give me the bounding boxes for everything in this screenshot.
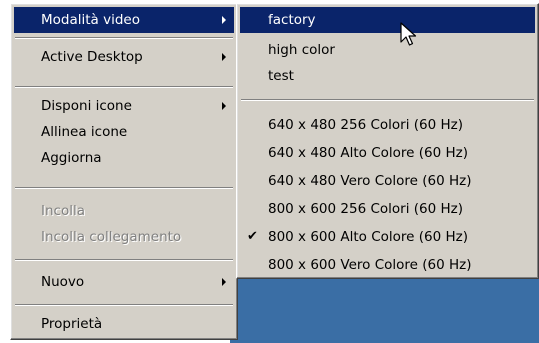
submenu-arrow-icon	[222, 278, 226, 286]
menu-separator	[15, 304, 233, 306]
menu-item-label: Disponi icone	[41, 98, 132, 114]
submenu-item-label: 800 x 600 256 Colori (60 Hz)	[268, 201, 463, 217]
menu-item-incolla[interactable]: Incolla	[14, 198, 234, 224]
submenu-item-640x480-256[interactable]: 640 x 480 256 Colori (60 Hz)	[240, 112, 535, 138]
menu-item-label: Modalità video	[41, 12, 140, 28]
menu-item-label: Incolla collegamento	[41, 229, 182, 245]
submenu-item-800x600-256[interactable]: 800 x 600 256 Colori (60 Hz)	[240, 196, 535, 222]
menu-item-label: Nuovo	[41, 274, 85, 290]
submenu-item-640x480-vero[interactable]: 640 x 480 Vero Colore (60 Hz)	[240, 168, 535, 194]
menu-separator	[241, 99, 534, 101]
menu-item-disponi-icone[interactable]: Disponi icone	[14, 93, 234, 119]
submenu-arrow-icon	[222, 16, 226, 24]
menu-separator	[15, 187, 233, 189]
desktop-background[interactable]	[230, 276, 539, 343]
video-mode-submenu: factory high color test 640 x 480 256 Co…	[236, 3, 539, 279]
menu-item-aggiorna[interactable]: Aggiorna	[14, 145, 234, 171]
menu-item-label: Incolla	[41, 203, 85, 219]
menu-item-label: Active Desktop	[41, 49, 143, 65]
submenu-item-label: 800 x 600 Alto Colore (60 Hz)	[268, 229, 469, 245]
desktop-context-menu: Modalità video Active Desktop Disponi ic…	[10, 3, 238, 340]
check-icon: ✔	[247, 229, 258, 244]
submenu-item-label: 640 x 480 Alto Colore (60 Hz)	[268, 145, 469, 161]
menu-item-label: Allinea icone	[41, 124, 128, 140]
menu-separator	[15, 37, 233, 39]
submenu-item-label: 640 x 480 256 Colori (60 Hz)	[268, 117, 463, 133]
menu-item-proprieta[interactable]: Proprietà	[14, 311, 234, 337]
menu-item-label: Proprietà	[41, 316, 103, 332]
submenu-item-label: 800 x 600 Vero Colore (60 Hz)	[268, 257, 472, 273]
mouse-pointer-icon	[400, 22, 417, 46]
menu-separator	[15, 259, 233, 261]
submenu-arrow-icon	[222, 102, 226, 110]
submenu-item-label: factory	[268, 12, 316, 28]
submenu-item-high-color[interactable]: high color	[240, 37, 535, 63]
submenu-arrow-icon	[222, 53, 226, 61]
submenu-item-factory[interactable]: factory	[240, 7, 535, 33]
submenu-item-test[interactable]: test	[240, 63, 535, 89]
submenu-item-800x600-alto[interactable]: ✔ 800 x 600 Alto Colore (60 Hz)	[240, 224, 535, 250]
menu-item-nuovo[interactable]: Nuovo	[14, 269, 234, 295]
submenu-item-800x600-vero[interactable]: 800 x 600 Vero Colore (60 Hz)	[240, 252, 535, 278]
menu-separator	[15, 86, 233, 88]
submenu-item-label: 640 x 480 Vero Colore (60 Hz)	[268, 173, 472, 189]
submenu-item-label: high color	[268, 42, 335, 58]
menu-item-allinea-icone[interactable]: Allinea icone	[14, 119, 234, 145]
submenu-item-label: test	[268, 68, 294, 84]
menu-item-label: Aggiorna	[41, 150, 102, 166]
menu-item-incolla-collegamento[interactable]: Incolla collegamento	[14, 224, 234, 250]
submenu-item-640x480-alto[interactable]: 640 x 480 Alto Colore (60 Hz)	[240, 140, 535, 166]
menu-item-active-desktop[interactable]: Active Desktop	[14, 44, 234, 70]
menu-item-modalita-video[interactable]: Modalità video	[14, 7, 234, 33]
